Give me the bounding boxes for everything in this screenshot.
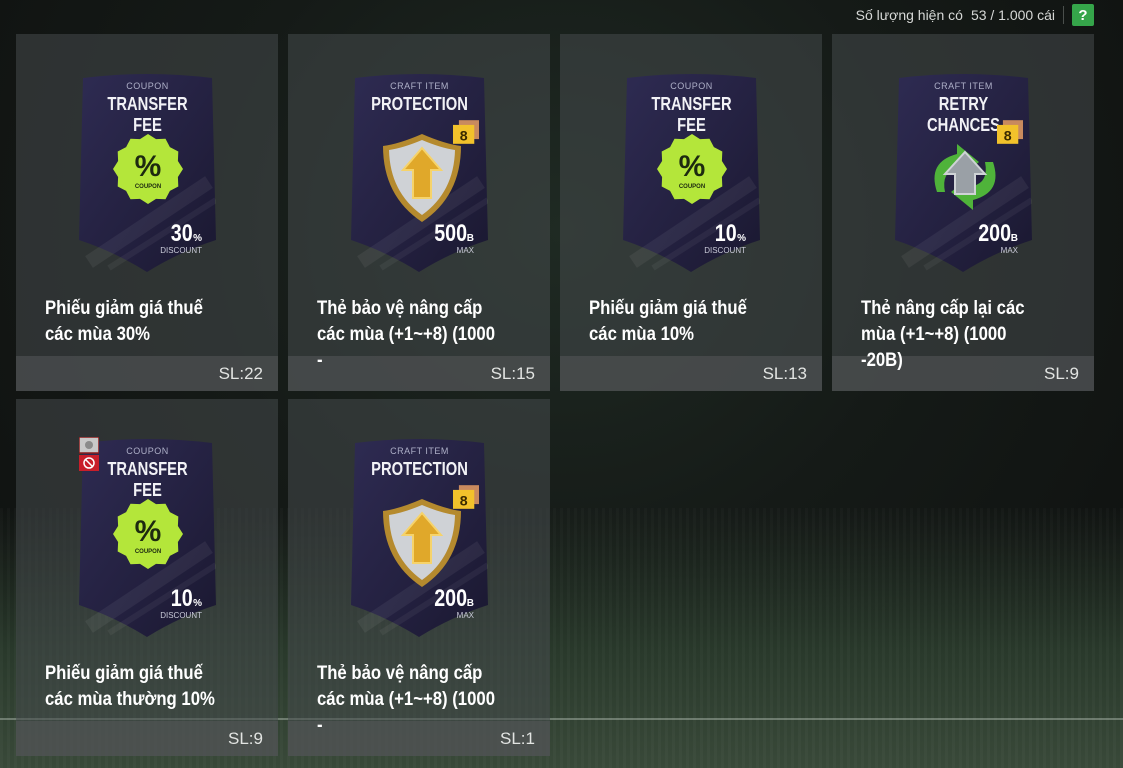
item-name: Thẻ bảo vệ nâng cấp các mùa (+1~+8) (100… <box>317 663 496 736</box>
item-quantity-bar: SL:22 <box>16 356 278 391</box>
card-value-sub: DISCOUNT <box>160 611 202 620</box>
card-value-number: 500 <box>433 220 467 247</box>
card-value-number: 200 <box>977 220 1011 247</box>
card-value-unit: % <box>193 233 202 244</box>
item-card: CRAFT ITEM PROTECTION 8 200B MAX <box>351 437 488 637</box>
untradable-icon <box>79 437 99 471</box>
item-card: COUPON TRANSFER FEE % COUPON 10% DISCOUN… <box>623 72 760 272</box>
card-category: CRAFT ITEM <box>934 81 993 91</box>
item-name: Phiếu giảm giá thuế các mùa 30% <box>45 298 203 345</box>
item-tile[interactable]: COUPON TRANSFER FEE % COUPON 10% DISCOUN… <box>560 34 822 391</box>
item-preview: COUPON TRANSFER FEE % COUPON 10% DISCOUN… <box>16 399 278 721</box>
help-button[interactable]: ? <box>1072 4 1094 26</box>
card-value-sub: DISCOUNT <box>160 246 202 255</box>
card-category: COUPON <box>670 81 713 91</box>
card-value-sub: MAX <box>456 611 474 620</box>
item-quantity: SL:1 <box>500 728 535 748</box>
card-value: 200B MAX <box>971 222 1018 255</box>
card-value-sub: DISCOUNT <box>704 246 746 255</box>
item-tile[interactable]: COUPON TRANSFER FEE % COUPON 30% DISCOUN… <box>16 34 278 391</box>
svg-text:COUPON: COUPON <box>135 184 161 190</box>
item-preview: COUPON TRANSFER FEE % COUPON 10% DISCOUN… <box>560 34 822 356</box>
item-quantity: SL:22 <box>218 363 263 383</box>
item-name: Phiếu giảm giá thuế các mùa thường 10% <box>45 663 215 710</box>
card-value-unit: % <box>737 233 746 244</box>
card-title: PROTECTION <box>371 459 468 479</box>
inventory-count: 53 / 1.000 cái <box>970 7 1055 23</box>
card-value-unit: B <box>1010 233 1018 244</box>
svg-text:%: % <box>135 515 162 548</box>
item-name: Thẻ bảo vệ nâng cấp các mùa (+1~+8) (100… <box>317 298 496 371</box>
card-value-number: 200 <box>433 585 467 612</box>
svg-text:%: % <box>679 150 706 183</box>
card-category: COUPON <box>126 81 169 91</box>
svg-text:8: 8 <box>460 128 468 144</box>
divider <box>1063 6 1064 24</box>
svg-text:COUPON: COUPON <box>679 184 705 190</box>
item-preview: CRAFT ITEM PROTECTION 8 200B MAX Thẻ bảo… <box>288 399 550 736</box>
card-value-unit: B <box>466 598 474 609</box>
svg-text:COUPON: COUPON <box>135 549 161 555</box>
inventory-count-bar: Số lượng hiện có 53 / 1.000 cái ? <box>856 4 1094 26</box>
level-badge-icon: 8 <box>453 120 479 144</box>
item-name: Phiếu giảm giá thuế các mùa 10% <box>589 298 747 345</box>
item-preview: COUPON TRANSFER FEE % COUPON 30% DISCOUN… <box>16 34 278 356</box>
card-title: TRANSFER FEE <box>107 459 188 500</box>
item-quantity: SL:9 <box>228 728 263 748</box>
item-card: COUPON TRANSFER FEE % COUPON 10% DISCOUN… <box>79 437 216 637</box>
card-value-number: 10 <box>715 220 738 247</box>
item-name: Thẻ nâng cấp lại các mùa (+1~+8) (1000 -… <box>861 298 1025 371</box>
inventory-label: Số lượng hiện có <box>855 7 963 23</box>
card-value: 30% DISCOUNT <box>160 222 202 255</box>
card-value-unit: % <box>193 598 202 609</box>
item-card: CRAFT ITEM RETRY CHANCES 8 200B MAX <box>895 72 1032 272</box>
card-title: PROTECTION <box>371 94 468 114</box>
item-quantity: SL:13 <box>762 363 807 383</box>
card-category: COUPON <box>126 446 169 456</box>
card-value-number: 30 <box>171 220 194 247</box>
svg-text:%: % <box>135 150 162 183</box>
card-value-sub: MAX <box>1000 246 1018 255</box>
card-title: TRANSFER FEE <box>107 94 188 135</box>
card-value-unit: B <box>466 233 474 244</box>
svg-text:8: 8 <box>1004 128 1012 144</box>
item-preview: CRAFT ITEM PROTECTION 8 500B MAX Thẻ bảo… <box>288 34 550 371</box>
item-quantity: SL:9 <box>1044 363 1079 383</box>
item-grid: COUPON TRANSFER FEE % COUPON 30% DISCOUN… <box>16 34 1094 756</box>
level-badge-icon: 8 <box>453 485 479 509</box>
card-value: 10% DISCOUNT <box>160 587 202 620</box>
card-value-sub: MAX <box>456 246 474 255</box>
item-preview: CRAFT ITEM RETRY CHANCES 8 200B MAX Thẻ … <box>832 34 1094 371</box>
item-card: COUPON TRANSFER FEE % COUPON 30% DISCOUN… <box>79 72 216 272</box>
card-value: 500B MAX <box>427 222 474 255</box>
level-badge-icon: 8 <box>997 120 1023 144</box>
card-category: CRAFT ITEM <box>390 446 449 456</box>
card-title: TRANSFER FEE <box>651 94 732 135</box>
item-card: CRAFT ITEM PROTECTION 8 500B MAX <box>351 72 488 272</box>
item-quantity-bar: SL:9 <box>16 721 278 756</box>
card-value: 10% DISCOUNT <box>704 222 746 255</box>
card-value-number: 10 <box>171 585 194 612</box>
item-tile[interactable]: COUPON TRANSFER FEE % COUPON 10% DISCOUN… <box>16 399 278 756</box>
svg-text:8: 8 <box>460 493 468 509</box>
item-quantity-bar: SL:13 <box>560 356 822 391</box>
item-tile[interactable]: CRAFT ITEM PROTECTION 8 200B MAX Thẻ bảo… <box>288 399 550 756</box>
item-tile[interactable]: CRAFT ITEM RETRY CHANCES 8 200B MAX Thẻ … <box>832 34 1094 391</box>
card-category: CRAFT ITEM <box>390 81 449 91</box>
item-tile[interactable]: CRAFT ITEM PROTECTION 8 500B MAX Thẻ bảo… <box>288 34 550 391</box>
card-value: 200B MAX <box>427 587 474 620</box>
